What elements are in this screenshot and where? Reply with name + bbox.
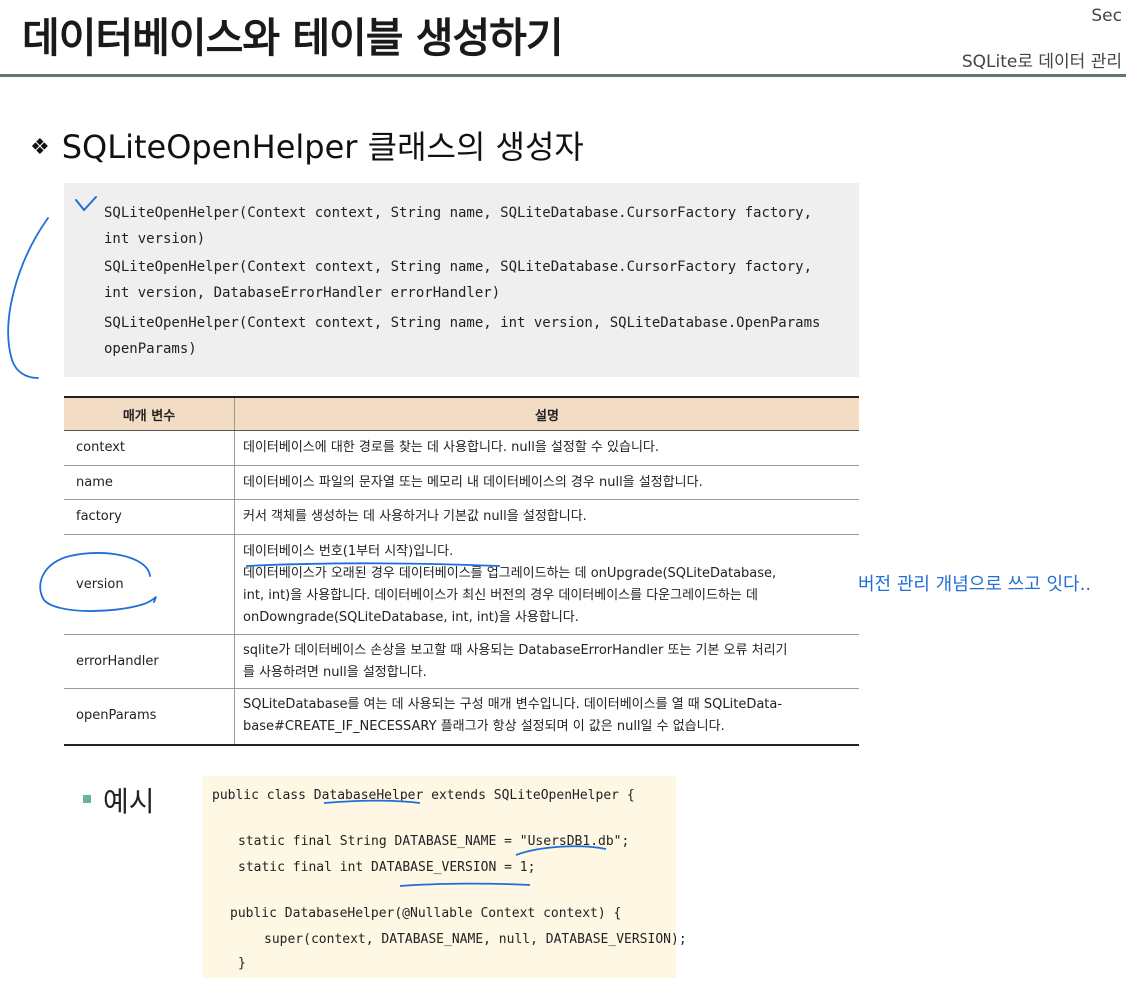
example-code-block: public class DatabaseHelper extends SQLi… (202, 776, 687, 978)
code-line: openParams) (104, 341, 197, 357)
table-row: context 데이터베이스에 대한 경로를 찾는 데 사용합니다. null을… (64, 430, 859, 466)
section-label: Sec (1091, 6, 1122, 26)
table-header-param: 매개 변수 (64, 396, 235, 431)
param-name: context (64, 430, 235, 466)
table-row: name 데이터베이스 파일의 문자열 또는 메모리 내 데이터베이스의 경우 … (64, 465, 859, 500)
code-line: SQLiteOpenHelper(Context context, String… (104, 205, 813, 221)
section-heading: ❖ SQLiteOpenHelper 클래스의 생성자 (30, 122, 584, 168)
table-row: errorHandler sqlite가 데이터베이스 손상을 보고할 때 사용… (64, 634, 859, 689)
diamond-bullet-icon: ❖ (30, 135, 50, 160)
section-subtitle: SQLite로 데이터 관리 (961, 52, 1122, 72)
code-line: int version) (104, 231, 206, 247)
param-description: SQLiteDatabase를 여는 데 사용되는 구성 매개 변수입니다. 데… (234, 688, 859, 746)
param-description: 데이터베이스 번호(1부터 시작)입니다. 데이터베이스가 오래된 경우 데이터… (234, 534, 859, 635)
param-name: name (64, 465, 235, 500)
code-line: } (238, 956, 246, 971)
table-row: factory 커서 객체를 생성하는 데 사용하거나 기본값 null을 설정… (64, 499, 859, 535)
bracket-annotation (7, 217, 49, 379)
param-description: 데이터베이스에 대한 경로를 찾는 데 사용합니다. null을 설정할 수 있… (234, 430, 859, 466)
code-line: super(context, DATABASE_NAME, null, DATA… (264, 932, 687, 947)
example-label: 예시 (83, 780, 155, 820)
code-line: SQLiteOpenHelper(Context context, String… (104, 315, 821, 331)
param-description: 커서 객체를 생성하는 데 사용하거나 기본값 null을 설정합니다. (234, 499, 859, 535)
param-description: sqlite가 데이터베이스 손상을 보고할 때 사용되는 DatabaseEr… (234, 634, 859, 689)
param-description: 데이터베이스 파일의 문자열 또는 메모리 내 데이터베이스의 경우 null을… (234, 465, 859, 500)
code-line: static final String DATABASE_NAME = "Use… (238, 834, 630, 849)
handwritten-note: 버전 관리 개념으로 쓰고 잇다.. (858, 574, 1092, 595)
header-divider (0, 74, 1126, 77)
param-name: factory (64, 499, 235, 535)
table-header-desc: 설명 (234, 396, 859, 431)
code-line: public DatabaseHelper(@Nullable Context … (230, 906, 622, 921)
code-line: int version, DatabaseErrorHandler errorH… (104, 285, 501, 301)
table-row: openParams SQLiteDatabase를 여는 데 사용되는 구성 … (64, 688, 859, 746)
code-line: public class DatabaseHelper extends SQLi… (212, 788, 635, 803)
table-row: version 데이터베이스 번호(1부터 시작)입니다. 데이터베이스가 오래… (64, 534, 859, 635)
section-heading-text: SQLiteOpenHelper 클래스의 생성자 (61, 128, 584, 166)
parameter-table: 매개 변수 설명 context 데이터베이스에 대한 경로를 찾는 데 사용합… (64, 396, 859, 746)
code-line: SQLiteOpenHelper(Context context, String… (104, 259, 813, 275)
param-name: openParams (64, 688, 235, 746)
square-bullet-icon (83, 795, 91, 803)
constructor-code-block: SQLiteOpenHelper(Context context, String… (64, 183, 859, 377)
param-name: version (64, 534, 235, 635)
page-title: 데이터베이스와 테이블 생성하기 (22, 14, 564, 62)
param-name: errorHandler (64, 634, 235, 689)
code-line: static final int DATABASE_VERSION = 1; (238, 860, 536, 875)
